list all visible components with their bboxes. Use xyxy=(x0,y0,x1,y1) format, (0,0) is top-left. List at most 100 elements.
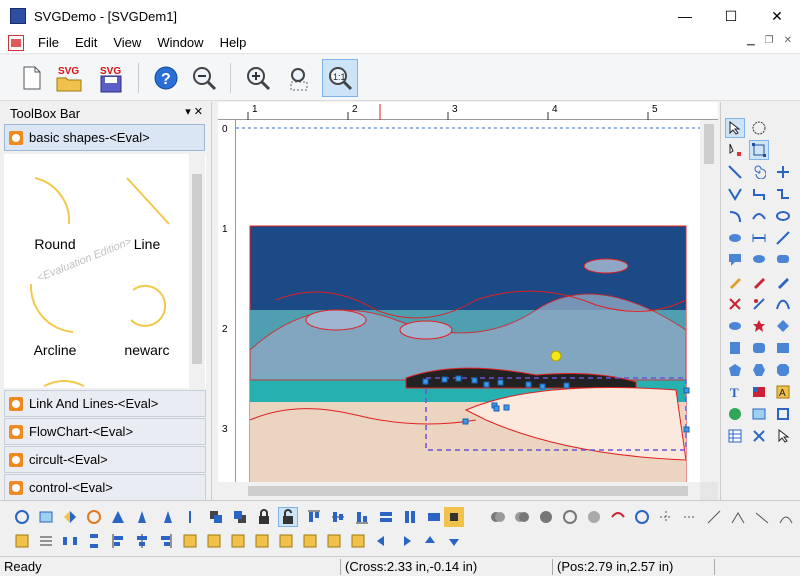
ellipse-arc-tool[interactable] xyxy=(773,206,793,226)
lock-button[interactable] xyxy=(254,507,274,527)
rotate-button[interactable] xyxy=(12,507,32,527)
delete-node-button[interactable] xyxy=(680,507,700,527)
callout-tool[interactable] xyxy=(725,250,745,270)
send-back-button[interactable] xyxy=(230,507,250,527)
callout-cloud-tool[interactable] xyxy=(773,250,793,270)
section-link-and-lines[interactable]: Link And Lines-<Eval> xyxy=(4,390,206,417)
toolbox-scrollbar[interactable] xyxy=(189,154,205,388)
shape-arcline[interactable]: Arcline xyxy=(10,280,100,358)
menu-edit[interactable]: Edit xyxy=(67,35,105,50)
text-tool[interactable]: T xyxy=(725,382,745,402)
scroll-thumb[interactable] xyxy=(192,174,202,364)
lasso-tool[interactable] xyxy=(749,118,769,138)
canvas-drawing[interactable] xyxy=(236,120,700,482)
shape-newarc[interactable]: newarc xyxy=(102,280,192,358)
save-svg-button[interactable]: SVG xyxy=(94,59,130,97)
section-circult[interactable]: circult-<Eval> xyxy=(4,446,206,473)
new-document-button[interactable] xyxy=(14,59,50,97)
flip-button[interactable] xyxy=(60,507,80,527)
same-width-button[interactable] xyxy=(376,507,396,527)
line-node-button[interactable] xyxy=(752,507,772,527)
polygon-tool[interactable] xyxy=(725,360,745,380)
bring-front-button[interactable] xyxy=(206,507,226,527)
rect-text-tool[interactable] xyxy=(725,338,745,358)
close-button[interactable]: ✕ xyxy=(754,0,800,32)
align-top-button[interactable] xyxy=(304,507,324,527)
align-edges-button[interactable] xyxy=(108,531,128,551)
section-control[interactable]: control-<Eval> xyxy=(4,474,206,501)
link-tool[interactable] xyxy=(773,228,793,248)
layer-props-button[interactable] xyxy=(348,531,368,551)
zigzag-tool[interactable] xyxy=(773,184,793,204)
octagon-tool[interactable] xyxy=(773,360,793,380)
minimize-button[interactable]: — xyxy=(662,0,708,32)
align-center-button[interactable] xyxy=(132,507,152,527)
align-bottom-button[interactable] xyxy=(352,507,372,527)
menu-view[interactable]: View xyxy=(105,35,149,50)
space-v-button[interactable] xyxy=(84,531,104,551)
mdi-close-button[interactable]: ✕ xyxy=(784,35,792,46)
rhombus-tool[interactable] xyxy=(773,316,793,336)
brush-tool[interactable] xyxy=(773,272,793,292)
callout-round-tool[interactable] xyxy=(749,250,769,270)
snap-button[interactable] xyxy=(84,507,104,527)
canvas-horizontal-scrollbar[interactable] xyxy=(218,482,700,500)
star-tool[interactable] xyxy=(749,316,769,336)
zoom-out-button[interactable] xyxy=(186,59,222,97)
nudge-left-button[interactable] xyxy=(372,531,392,551)
rounded-rect-tool[interactable] xyxy=(749,338,769,358)
align-left-button[interactable] xyxy=(108,507,128,527)
group-button[interactable] xyxy=(36,507,56,527)
distribute-button[interactable] xyxy=(180,507,200,527)
scroll-thumb[interactable] xyxy=(248,486,688,496)
hexagon-tool[interactable] xyxy=(749,360,769,380)
rectangle-tool[interactable] xyxy=(773,338,793,358)
transform-tool[interactable] xyxy=(749,140,769,160)
curve-node-button[interactable] xyxy=(776,507,796,527)
delete-tool[interactable] xyxy=(749,426,769,446)
layer-top-button[interactable] xyxy=(228,531,248,551)
mdi-minimize-button[interactable]: ▁ xyxy=(747,35,755,46)
toolbox-controls[interactable]: ▾ ✕ xyxy=(185,105,203,118)
align-right-button[interactable] xyxy=(156,507,176,527)
convert-path-button[interactable] xyxy=(608,507,628,527)
textbox-tool[interactable]: A xyxy=(773,382,793,402)
ellipse-tool[interactable] xyxy=(725,228,745,248)
layer-copy-button[interactable] xyxy=(324,531,344,551)
xor-button[interactable] xyxy=(560,507,580,527)
section-basic-shapes[interactable]: basic shapes-<Eval> xyxy=(4,124,205,151)
subtract-button[interactable] xyxy=(536,507,556,527)
menu-window[interactable]: Window xyxy=(149,35,211,50)
document-icon[interactable] xyxy=(8,34,24,51)
connector-tool[interactable] xyxy=(725,184,745,204)
shape-round[interactable]: Round xyxy=(10,174,100,252)
select-tool[interactable] xyxy=(725,118,745,138)
layer-bottom-button[interactable] xyxy=(252,531,272,551)
canvas-vertical-scrollbar[interactable] xyxy=(700,120,718,482)
cursor-tool[interactable] xyxy=(773,426,793,446)
elbow-tool[interactable] xyxy=(749,184,769,204)
align-centers-button[interactable] xyxy=(132,531,152,551)
nudge-right-button[interactable] xyxy=(396,531,416,551)
arc-tool[interactable] xyxy=(725,206,745,226)
curve-tool[interactable] xyxy=(749,206,769,226)
frame-tool[interactable] xyxy=(773,404,793,424)
cross-tool[interactable] xyxy=(773,162,793,182)
break-path-button[interactable] xyxy=(632,507,652,527)
smooth-node-button[interactable] xyxy=(704,507,724,527)
nudge-down-button[interactable] xyxy=(444,531,464,551)
scroll-thumb[interactable] xyxy=(704,124,714,164)
maximize-button[interactable]: ☐ xyxy=(708,0,754,32)
flag-tool[interactable] xyxy=(749,382,769,402)
spiral-tool[interactable] xyxy=(749,162,769,182)
image-tool[interactable] xyxy=(749,404,769,424)
table-tool[interactable] xyxy=(725,426,745,446)
same-size-button[interactable] xyxy=(424,507,444,527)
layer-merge-button[interactable] xyxy=(276,531,296,551)
order-list-button[interactable] xyxy=(36,531,56,551)
order-first-button[interactable] xyxy=(12,531,32,551)
space-h-button[interactable] xyxy=(60,531,80,551)
bezier-tool[interactable] xyxy=(773,294,793,314)
union-button[interactable] xyxy=(488,507,508,527)
layer-up-button[interactable] xyxy=(180,531,200,551)
